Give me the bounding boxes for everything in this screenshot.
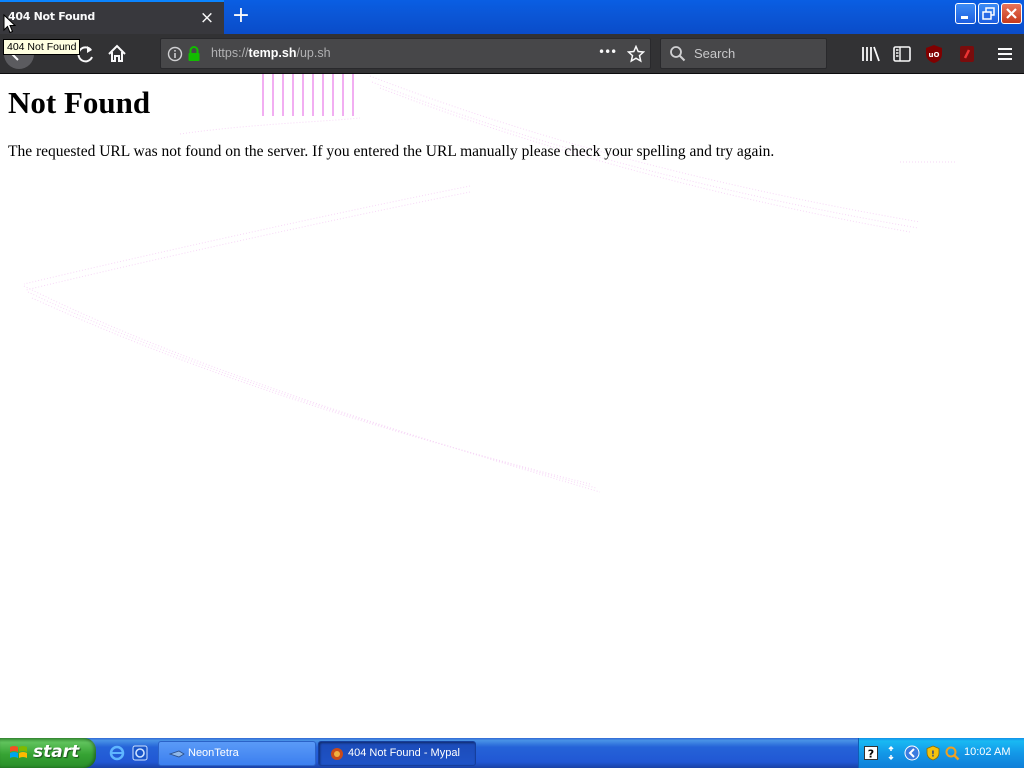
url-host: temp.sh — [248, 46, 297, 60]
search-placeholder: Search — [694, 46, 736, 61]
close-icon — [1006, 8, 1017, 19]
taskbar-item-label: 404 Not Found - Mypal — [348, 747, 460, 759]
tab-tooltip: 404 Not Found — [3, 39, 81, 55]
internet-explorer-icon[interactable] — [108, 744, 126, 762]
rendering-artifact — [23, 74, 955, 493]
svg-text:?: ? — [868, 748, 874, 761]
start-label: start — [33, 742, 80, 762]
search-icon — [670, 46, 686, 62]
mypal-icon — [331, 748, 343, 760]
taskbar-item-mypal[interactable]: 404 Not Found - Mypal — [318, 741, 476, 766]
tab-title: 404 Not Found — [8, 10, 95, 23]
menu-icon[interactable] — [993, 42, 1017, 66]
home-icon[interactable] — [105, 42, 129, 66]
network-icon[interactable] — [883, 745, 899, 761]
navigation-toolbar: https://temp.sh/up.sh ••• Search uO — [0, 34, 1024, 74]
url-scheme: https:// — [211, 46, 249, 60]
library-icon[interactable] — [859, 42, 883, 66]
noscript-icon[interactable] — [955, 42, 979, 66]
info-icon[interactable] — [167, 46, 183, 62]
restore-icon — [982, 7, 995, 20]
title-bar: 404 Not Found × + — [0, 0, 1024, 34]
tab-active[interactable]: 404 Not Found × — [0, 0, 224, 34]
url-text[interactable]: https://temp.sh/up.sh — [211, 46, 331, 60]
taskbar-item-neontetra[interactable]: NeonTetra — [158, 741, 316, 766]
ublock-icon[interactable]: uO — [922, 42, 946, 66]
minimize-button[interactable] — [955, 3, 976, 24]
search-tray-icon[interactable] — [944, 745, 960, 761]
taskbar-item-label: NeonTetra — [188, 747, 239, 759]
taskbar: start NeonTetra 404 Not Found - Mypal ? — [0, 738, 1024, 768]
browser-icon[interactable] — [131, 744, 149, 762]
new-tab-button[interactable]: + — [228, 4, 254, 30]
back-arrow-icon[interactable] — [904, 745, 920, 761]
svg-text:!: ! — [931, 750, 935, 759]
lock-icon[interactable] — [187, 45, 201, 62]
help-icon[interactable]: ? — [863, 745, 879, 761]
tab-close-button[interactable]: × — [198, 8, 216, 28]
system-tray: ? ! 10:02 AM — [858, 738, 1024, 768]
app-icon — [169, 750, 185, 758]
windows-logo-icon — [10, 746, 27, 758]
url-path: /up.sh — [296, 46, 331, 60]
shield-icon[interactable]: ! — [925, 745, 941, 761]
page-actions-button[interactable]: ••• — [598, 45, 617, 59]
close-window-button[interactable] — [1001, 3, 1022, 24]
page-title: Not Found — [8, 85, 151, 120]
start-button[interactable]: start — [0, 738, 96, 768]
search-bar[interactable]: Search — [660, 38, 827, 69]
svg-text:uO: uO — [929, 51, 940, 59]
url-bar[interactable]: https://temp.sh/up.sh ••• — [160, 38, 651, 69]
restore-button[interactable] — [978, 3, 999, 24]
error-message: The requested URL was not found on the s… — [8, 143, 775, 160]
sidebar-icon[interactable] — [890, 42, 914, 66]
clock: 10:02 AM — [964, 746, 1011, 758]
mouse-cursor-icon — [3, 14, 16, 34]
minimize-icon — [961, 16, 968, 19]
page-content: Not Found The requested URL was not foun… — [0, 74, 1024, 738]
bookmark-star-icon[interactable] — [627, 45, 645, 63]
